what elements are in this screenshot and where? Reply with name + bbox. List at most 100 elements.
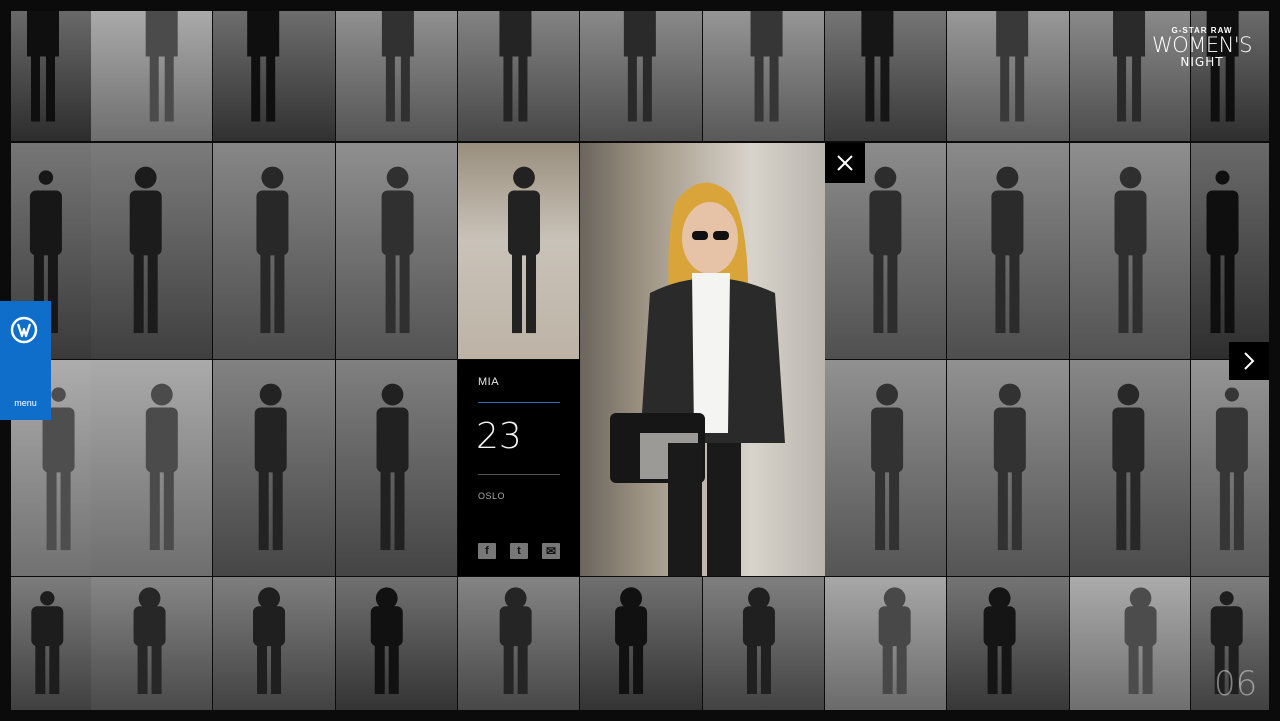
photo-thumbnail[interactable] bbox=[458, 11, 579, 141]
photo-image bbox=[336, 360, 457, 576]
photo-thumbnail[interactable] bbox=[213, 360, 335, 576]
profile-age: 23 bbox=[476, 416, 522, 457]
photo-thumbnail[interactable] bbox=[458, 577, 579, 710]
photo-thumbnail[interactable] bbox=[336, 360, 457, 576]
photo-thumbnail[interactable] bbox=[1070, 143, 1190, 359]
photo-thumbnail[interactable] bbox=[825, 577, 946, 710]
person-figure bbox=[878, 587, 911, 695]
email-icon[interactable]: ✉ bbox=[542, 543, 560, 559]
photo-thumbnail[interactable] bbox=[580, 577, 702, 710]
person-figure bbox=[742, 587, 775, 695]
person-figure bbox=[254, 383, 287, 551]
featured-photo[interactable] bbox=[580, 143, 825, 576]
photo-thumbnail[interactable] bbox=[947, 11, 1069, 141]
photo-image bbox=[91, 360, 212, 576]
person-figure bbox=[861, 11, 894, 122]
photo-image bbox=[91, 577, 212, 710]
photo-image bbox=[336, 577, 457, 710]
photo-thumbnail[interactable] bbox=[1070, 577, 1190, 710]
photo-image bbox=[91, 143, 212, 359]
photo-thumbnail[interactable] bbox=[91, 577, 212, 710]
person-figure bbox=[381, 166, 414, 334]
photo-thumbnail[interactable] bbox=[11, 11, 91, 141]
photo-thumbnail[interactable] bbox=[825, 360, 946, 576]
photo-image bbox=[1191, 143, 1269, 359]
featured-photo-image bbox=[580, 143, 825, 576]
photo-thumbnail[interactable] bbox=[1191, 143, 1269, 359]
photo-image bbox=[703, 577, 824, 710]
photo-thumbnail[interactable] bbox=[947, 360, 1069, 576]
photo-image bbox=[336, 143, 457, 359]
person-figure bbox=[145, 11, 178, 122]
photo-image bbox=[580, 577, 702, 710]
menu-button[interactable]: menu bbox=[0, 301, 51, 420]
photo-thumbnail[interactable] bbox=[580, 11, 702, 141]
person-figure bbox=[623, 11, 656, 122]
photo-image bbox=[336, 11, 457, 141]
facebook-icon[interactable]: f bbox=[478, 543, 496, 559]
person-figure bbox=[253, 587, 286, 695]
person-figure bbox=[145, 383, 178, 551]
page-number: 06 bbox=[1214, 664, 1258, 704]
photo-image bbox=[1070, 577, 1190, 710]
close-icon bbox=[837, 155, 853, 171]
chevron-right-icon bbox=[1244, 352, 1255, 370]
photo-thumbnail[interactable] bbox=[1191, 360, 1269, 576]
photo-thumbnail[interactable] bbox=[336, 577, 457, 710]
photo-thumbnail[interactable] bbox=[91, 143, 212, 359]
person-figure bbox=[508, 166, 541, 334]
photo-thumbnail[interactable] bbox=[213, 11, 335, 141]
photo-thumbnail[interactable] bbox=[947, 143, 1069, 359]
photo-image bbox=[947, 143, 1069, 359]
photo-thumbnail[interactable] bbox=[336, 11, 457, 141]
brand-title: WOMEN'S bbox=[1152, 33, 1253, 57]
photo-image bbox=[11, 11, 91, 141]
person-figure bbox=[499, 587, 532, 695]
photo-image bbox=[213, 143, 335, 359]
photo-thumbnail[interactable] bbox=[947, 577, 1069, 710]
photo-thumbnail[interactable] bbox=[458, 143, 579, 359]
photo-thumbnail[interactable] bbox=[213, 143, 335, 359]
person-figure bbox=[256, 166, 289, 334]
photo-image bbox=[825, 11, 946, 141]
photo-image bbox=[947, 577, 1069, 710]
person-figure bbox=[1112, 383, 1145, 551]
person-figure bbox=[1114, 166, 1147, 334]
photo-thumbnail[interactable] bbox=[336, 143, 457, 359]
person-figure bbox=[129, 166, 162, 334]
photo-thumbnail[interactable] bbox=[91, 360, 212, 576]
photo-thumbnail[interactable] bbox=[703, 11, 824, 141]
person-figure bbox=[871, 383, 904, 551]
photo-image bbox=[1191, 360, 1269, 576]
g-star-logo-icon bbox=[10, 316, 38, 344]
photo-grid bbox=[0, 0, 1280, 721]
photo-image bbox=[1070, 143, 1190, 359]
photo-image bbox=[213, 360, 335, 576]
photo-thumbnail[interactable] bbox=[825, 11, 946, 141]
person-figure bbox=[133, 587, 166, 695]
person-figure bbox=[247, 11, 280, 122]
twitter-icon[interactable]: t bbox=[510, 543, 528, 559]
photo-image bbox=[11, 577, 91, 710]
person-figure bbox=[750, 11, 783, 122]
person-figure bbox=[983, 587, 1016, 695]
person-figure bbox=[993, 383, 1026, 551]
photo-thumbnail[interactable] bbox=[1070, 360, 1190, 576]
brand-logo: G-STAR RAW WOMEN'S NIGHT bbox=[1146, 26, 1258, 69]
photo-image bbox=[458, 143, 579, 359]
photo-image bbox=[213, 577, 335, 710]
next-button[interactable] bbox=[1229, 342, 1269, 380]
photo-thumbnail[interactable] bbox=[11, 577, 91, 710]
photo-thumbnail[interactable] bbox=[91, 11, 212, 141]
photo-image bbox=[580, 11, 702, 141]
person-figure bbox=[1124, 587, 1157, 695]
photo-image bbox=[458, 577, 579, 710]
photo-image bbox=[825, 360, 946, 576]
profile-city: OSLO bbox=[478, 491, 506, 501]
photo-thumbnail[interactable] bbox=[213, 577, 335, 710]
person-figure bbox=[996, 11, 1029, 122]
close-button[interactable] bbox=[825, 143, 865, 183]
photo-image bbox=[947, 360, 1069, 576]
profile-name: MIA bbox=[478, 376, 500, 388]
photo-thumbnail[interactable] bbox=[703, 577, 824, 710]
